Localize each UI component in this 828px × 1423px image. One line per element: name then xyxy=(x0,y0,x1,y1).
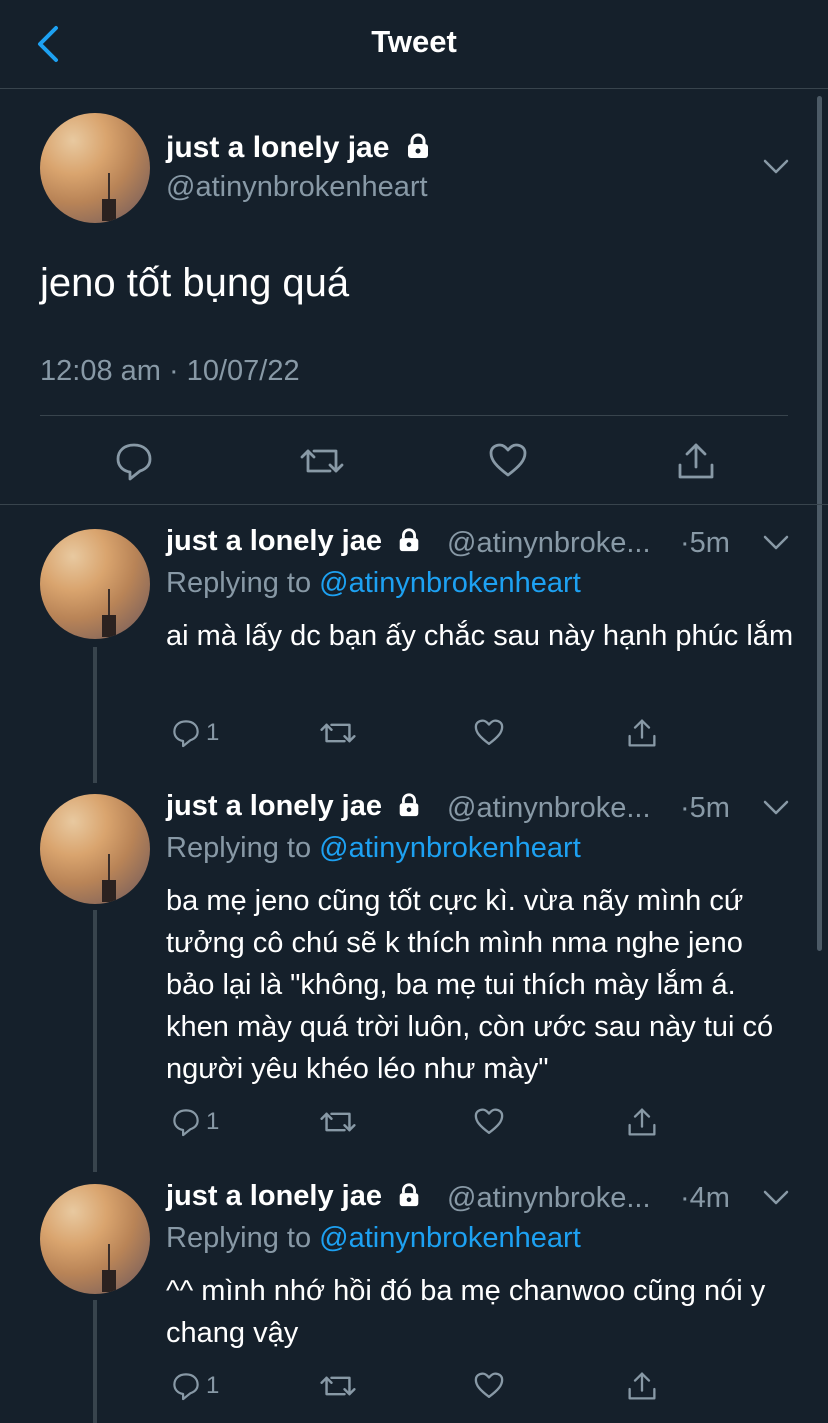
more-options-button[interactable] xyxy=(762,157,790,177)
handle[interactable]: @atinynbroke... xyxy=(447,1182,651,1215)
more-options-button[interactable] xyxy=(762,798,790,818)
tweet-text: ai mà lấy dc bạn ấy chắc sau này hạnh ph… xyxy=(166,620,794,652)
reply-icon xyxy=(173,720,199,748)
display-name: just a lonely jae xyxy=(166,1180,382,1212)
display-name-row[interactable]: just a lonely jae xyxy=(166,790,422,823)
handle[interactable]: @atinynbroke... xyxy=(447,527,651,560)
retweet-icon xyxy=(320,1112,356,1132)
replying-to: Replying to @atinynbrokenheart xyxy=(166,832,581,865)
replying-to: Replying to @atinynbrokenheart xyxy=(166,1222,581,1255)
tweet-time[interactable]: ·5m xyxy=(680,527,730,560)
reply-button[interactable]: 1 xyxy=(170,715,219,751)
display-name-row[interactable]: just a lonely jae xyxy=(166,525,422,558)
display-name: just a lonely jae xyxy=(166,131,390,164)
avatar[interactable] xyxy=(40,1184,150,1294)
reply-count: 1 xyxy=(206,1372,220,1399)
handle[interactable]: @atinynbroke... xyxy=(447,792,651,825)
share-button[interactable] xyxy=(626,1368,658,1404)
reply-count: 1 xyxy=(206,1108,220,1135)
reply-tweet[interactable]: just a lonely jae @atinynbroke... ·4m Re… xyxy=(0,1160,828,1423)
display-name-row[interactable]: just a lonely jae xyxy=(166,131,432,165)
display-name: just a lonely jae xyxy=(166,790,382,822)
share-button[interactable] xyxy=(676,439,716,483)
retweet-icon xyxy=(320,1376,356,1396)
retweet-button[interactable] xyxy=(300,439,344,483)
chevron-down-icon xyxy=(763,1190,789,1205)
retweet-button[interactable] xyxy=(320,1368,356,1404)
chevron-down-icon xyxy=(763,535,789,550)
share-icon xyxy=(628,719,656,747)
avatar[interactable] xyxy=(40,529,150,639)
more-options-button[interactable] xyxy=(762,533,790,553)
retweet-button[interactable] xyxy=(320,1104,356,1140)
retweet-icon xyxy=(320,723,356,743)
chevron-down-icon xyxy=(763,800,789,815)
avatar[interactable] xyxy=(40,794,150,904)
reply-count: 1 xyxy=(206,719,220,746)
replying-to-label: Replying to xyxy=(166,832,320,864)
reply-button[interactable]: 1 xyxy=(170,1368,219,1404)
main-tweet: just a lonely jae @atinynbrokenheart jen… xyxy=(0,89,828,505)
lock-icon xyxy=(396,1182,422,1208)
page-title: Tweet xyxy=(371,24,457,59)
replying-to-label: Replying to xyxy=(166,1222,320,1254)
avatar[interactable] xyxy=(40,113,150,223)
mention-link[interactable]: @atinynbrokenheart xyxy=(319,832,581,864)
heart-icon xyxy=(489,443,527,477)
thread-line xyxy=(93,910,97,1172)
divider xyxy=(40,415,788,416)
share-icon xyxy=(628,1108,656,1136)
tweet-text: jeno tốt bụng quá xyxy=(40,261,350,305)
reply-tweet[interactable]: just a lonely jae @atinynbroke... ·5m Re… xyxy=(0,770,828,1172)
more-options-button[interactable] xyxy=(762,1188,790,1208)
heart-icon xyxy=(474,1372,504,1398)
share-icon xyxy=(628,1372,656,1400)
like-button[interactable] xyxy=(473,1104,505,1140)
retweet-button[interactable] xyxy=(320,715,356,751)
tweet-text: ^^ mình nhớ hồi đó ba mẹ chanwoo cũng nó… xyxy=(166,1275,766,1349)
reply-icon xyxy=(173,1373,199,1401)
thread-line xyxy=(93,647,97,783)
heart-icon xyxy=(474,719,504,745)
reply-button[interactable]: 1 xyxy=(170,1104,219,1140)
lock-icon xyxy=(396,792,422,818)
tweet-time[interactable]: ·5m xyxy=(680,792,730,825)
reply-icon xyxy=(173,1109,199,1137)
tweet-timestamp[interactable]: 12:08 am · 10/07/22 xyxy=(40,355,300,388)
share-button[interactable] xyxy=(626,715,658,751)
reply-tweet[interactable]: just a lonely jae @atinynbroke... ·5m Re… xyxy=(0,505,828,783)
mention-link[interactable]: @atinynbrokenheart xyxy=(319,567,581,599)
tweet-time[interactable]: ·4m xyxy=(680,1182,730,1215)
retweet-icon xyxy=(300,449,344,473)
replying-to-label: Replying to xyxy=(166,567,320,599)
lock-icon xyxy=(404,132,432,160)
heart-icon xyxy=(474,1108,504,1134)
mention-link[interactable]: @atinynbrokenheart xyxy=(319,1222,581,1254)
reply-button[interactable] xyxy=(114,439,154,483)
top-bar: Tweet xyxy=(0,0,828,89)
display-name-row[interactable]: just a lonely jae xyxy=(166,1180,422,1213)
lock-icon xyxy=(396,527,422,553)
reply-icon xyxy=(116,443,152,481)
like-button[interactable] xyxy=(473,1368,505,1404)
thread-line xyxy=(93,1300,97,1423)
chevron-down-icon xyxy=(763,159,789,174)
display-name: just a lonely jae xyxy=(166,525,382,557)
replying-to: Replying to @atinynbrokenheart xyxy=(166,567,581,600)
tweet-text: ba mẹ jeno cũng tốt cực kì. vừa nãy mình… xyxy=(166,885,774,1085)
handle[interactable]: @atinynbrokenheart xyxy=(166,171,428,204)
share-button[interactable] xyxy=(626,1104,658,1140)
like-button[interactable] xyxy=(488,439,528,483)
like-button[interactable] xyxy=(473,715,505,751)
share-icon xyxy=(678,443,714,479)
